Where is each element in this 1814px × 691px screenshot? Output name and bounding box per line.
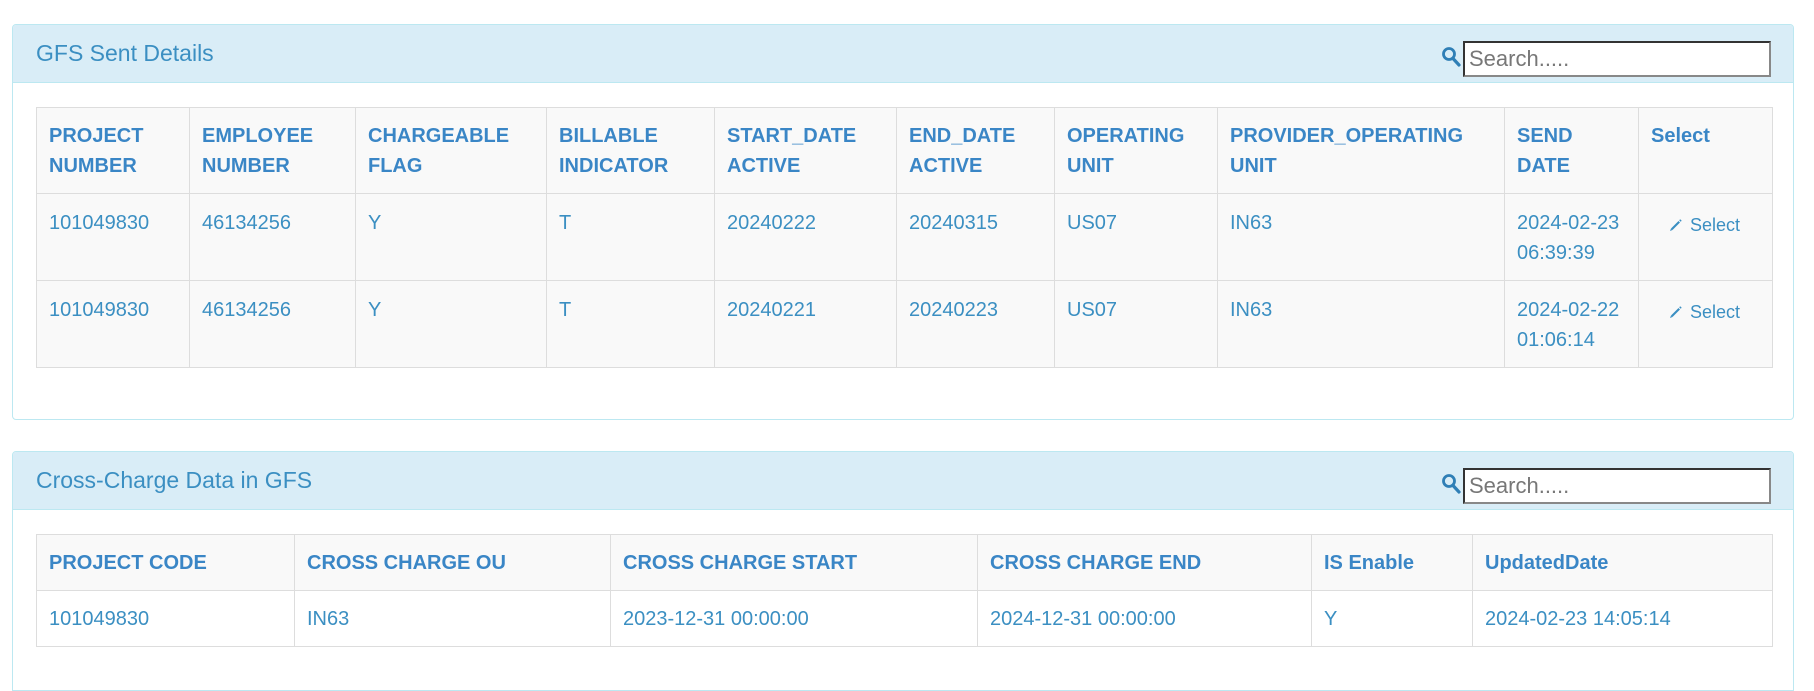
panel-body: PROJECT NUMBER EMPLOYEE NUMBER CHARGEABLE F… [13,83,1793,392]
column-header-end-date-active[interactable]: END_DATE ACTIVE [896,107,1055,194]
cell-cross-charge-start: 2023-12-31 00:00:00 [610,590,978,647]
cross-charge-data-panel: Cross-Charge Data in GFS PROJECT CODE CR… [12,451,1794,691]
panel-heading: GFS Sent Details [13,25,1793,83]
cell-operating-unit: US07 [1054,193,1218,281]
pencil-icon [1670,219,1682,231]
column-header-project-code[interactable]: PROJECT CODE [36,534,295,591]
column-header-is-enable[interactable]: IS Enable [1311,534,1473,591]
cell-send-date: 2024-02-22 01:06:14 [1504,280,1639,368]
search-icon[interactable] [1441,473,1461,495]
panel-body: PROJECT CODE CROSS CHARGE OU CROSS CHARG… [13,510,1793,671]
gfs-sent-details-panel: GFS Sent Details PROJECTNUMBER EMPLOYEEN… [12,24,1794,420]
select-link[interactable]: Select [1669,297,1740,327]
select-link[interactable]: Select [1669,210,1740,240]
cell-billable-indicator: T [546,280,715,368]
cell-project-number: 101049830 [36,280,190,368]
table-row: 101049830 46134256 Y T 20240222 20240315… [36,193,1773,281]
cell-end-date-active: 20240315 [896,193,1055,281]
cell-cross-charge-end: 2024-12-31 00:00:00 [977,590,1312,647]
cell-start-date-active: 20240221 [714,280,897,368]
search-box [1442,468,1771,504]
column-header-cross-charge-end[interactable]: CROSS CHARGE END [977,534,1312,591]
search-input[interactable] [1463,468,1771,504]
cell-provider-operating-unit: IN63 [1217,280,1505,368]
cell-project-code: 101049830 [36,590,295,647]
column-header-operating-unit[interactable]: OPERATING UNIT [1054,107,1218,194]
cell-select: Select [1638,280,1773,368]
search-input[interactable] [1463,41,1771,77]
column-header-chargeable-flag[interactable]: CHARGEABLE FLAG [355,107,547,194]
column-header-updated-date[interactable]: UpdatedDate [1472,534,1773,591]
column-header-cross-charge-start[interactable]: CROSS CHARGE START [610,534,978,591]
cell-start-date-active: 20240222 [714,193,897,281]
cell-provider-operating-unit: IN63 [1217,193,1505,281]
panel-title: Cross-Charge Data in GFS [36,467,313,493]
cell-chargeable-flag: Y [355,193,547,281]
cell-select: Select [1638,193,1773,281]
cell-updated-date: 2024-02-23 14:05:14 [1472,590,1773,647]
table-header-row: PROJECT CODE CROSS CHARGE OU CROSS CHARG… [36,534,1773,591]
cell-send-date: 2024-02-23 06:39:39 [1504,193,1639,281]
cell-cross-charge-ou: IN63 [294,590,611,647]
cell-operating-unit: US07 [1054,280,1218,368]
cell-employee-number: 46134256 [189,193,356,281]
table-row: 101049830 IN63 2023-12-31 00:00:00 2024-… [36,590,1773,647]
panel-heading: Cross-Charge Data in GFS [13,452,1793,510]
column-header-project-number[interactable]: PROJECT NUMBER [36,107,190,194]
column-header-send-date[interactable]: SEND DATE [1504,107,1639,194]
panel-title: GFS Sent Details [36,40,214,66]
column-header-select: Select [1638,107,1773,194]
cell-chargeable-flag: Y [355,280,547,368]
cell-employee-number: 46134256 [189,280,356,368]
column-header-employee-number[interactable]: EMPLOYEE NUMBER [189,107,356,194]
cell-end-date-active: 20240223 [896,280,1055,368]
cross-charge-table: PROJECT CODE CROSS CHARGE OU CROSS CHARG… [36,534,1773,647]
column-header-billable-indicator[interactable]: BILLABLE INDICATOR [546,107,715,194]
search-box [1442,41,1771,77]
search-icon[interactable] [1441,46,1461,68]
pencil-icon [1670,306,1682,318]
cell-project-number: 101049830 [36,193,190,281]
column-header-start-date-active[interactable]: START_DATE ACTIVE [714,107,897,194]
cell-is-enable: Y [1311,590,1473,647]
column-header-cross-charge-ou[interactable]: CROSS CHARGE OU [294,534,611,591]
table-row: 101049830 46134256 Y T 20240221 20240223… [36,280,1773,368]
gfs-sent-table: PROJECT NUMBER EMPLOYEE NUMBER CHARGEABLE F… [36,107,1773,368]
column-header-provider-operating-unit[interactable]: PROVIDER_OPERATING UNIT [1217,107,1505,194]
cell-billable-indicator: T [546,193,715,281]
table-header-row: PROJECT NUMBER EMPLOYEE NUMBER CHARGEABLE F… [36,107,1773,194]
